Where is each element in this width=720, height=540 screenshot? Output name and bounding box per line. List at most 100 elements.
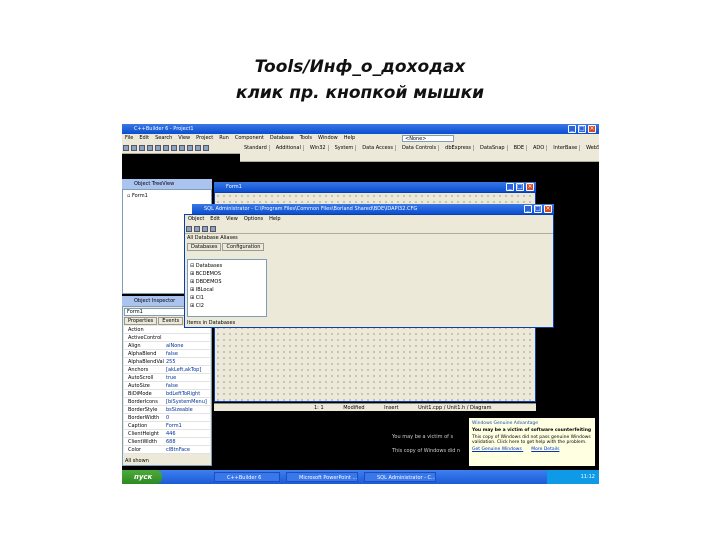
property-value[interactable]: true xyxy=(166,374,176,381)
tree-node-databases[interactable]: ⊟ Databases xyxy=(190,262,264,270)
db-maximize-icon[interactable]: □ xyxy=(534,205,542,213)
palette-tab-data-controls[interactable]: Data Controls xyxy=(399,145,440,151)
editor-tabs[interactable]: Unit1.cpp / Unit1.h / Diagram xyxy=(418,405,491,411)
property-row[interactable]: AutoScroll true xyxy=(124,374,210,382)
run-icon[interactable] xyxy=(187,145,193,151)
db-minimize-icon[interactable]: _ xyxy=(524,205,532,213)
db-menu-item-help[interactable]: Help xyxy=(269,216,280,222)
add-file-icon[interactable] xyxy=(163,145,169,151)
db-close-icon[interactable]: × xyxy=(544,205,552,213)
menu-item-view[interactable]: View xyxy=(178,135,190,141)
palette-tab-datasnap[interactable]: DataSnap xyxy=(478,145,508,151)
tab-properties[interactable]: Properties xyxy=(124,317,158,325)
property-value[interactable]: false xyxy=(166,382,178,389)
menu-item-search[interactable]: Search xyxy=(155,135,172,141)
property-value[interactable]: bdLeftToRight xyxy=(166,390,200,397)
property-value[interactable]: Form1 xyxy=(166,422,182,429)
menu-item-database[interactable]: Database xyxy=(270,135,294,141)
property-row[interactable]: Color clBtnFace xyxy=(124,446,210,454)
menu-item-file[interactable]: File xyxy=(125,135,133,141)
db-menu-item-view[interactable]: View xyxy=(226,216,238,222)
open-icon[interactable] xyxy=(131,145,137,151)
get-genuine-link[interactable]: Get Genuine Windows xyxy=(472,447,522,452)
property-value[interactable]: clBtnFace xyxy=(166,446,190,453)
ide-titlebar[interactable]: C++Builder 6 - Project1 xyxy=(122,124,599,134)
cancel-icon[interactable] xyxy=(194,226,200,232)
save-all-icon[interactable] xyxy=(147,145,153,151)
property-row[interactable]: Caption Form1 xyxy=(124,422,210,430)
palette-tab-win32[interactable]: Win32 xyxy=(307,145,329,151)
redo-icon[interactable] xyxy=(210,226,216,232)
property-row[interactable]: ActiveControl xyxy=(124,334,210,342)
save-icon[interactable] xyxy=(139,145,145,151)
start-button[interactable]: пуск xyxy=(122,470,162,484)
property-row[interactable]: Anchors [akLeft,akTop] xyxy=(124,366,210,374)
tree-node[interactable]: ⊞ BCDEMOS xyxy=(190,270,264,278)
property-value[interactable]: false xyxy=(166,350,178,357)
palette-tab-ado[interactable]: ADO xyxy=(531,145,548,151)
property-row[interactable]: BorderStyle bsSizeable xyxy=(124,406,210,414)
property-row[interactable]: ClientWidth 688 xyxy=(124,438,210,446)
palette-tab-bde[interactable]: BDE xyxy=(511,145,528,151)
task-sql-admin[interactable]: SQL Administrator - C... xyxy=(364,472,436,482)
remove-file-icon[interactable] xyxy=(171,145,177,151)
palette-tab-standard[interactable]: Standard xyxy=(242,145,270,151)
property-row[interactable]: AlphaBlend false xyxy=(124,350,210,358)
db-menu-item-options[interactable]: Options xyxy=(244,216,263,222)
palette-tab-data-access[interactable]: Data Access xyxy=(360,145,396,151)
menu-item-run[interactable]: Run xyxy=(219,135,229,141)
tab-databases[interactable]: Databases xyxy=(187,243,222,251)
step-icon[interactable] xyxy=(203,145,209,151)
task-cppbuilder[interactable]: C++Builder 6 xyxy=(214,472,280,482)
configuration-combo[interactable]: <None> xyxy=(402,135,454,142)
menu-item-component[interactable]: Component xyxy=(235,135,264,141)
db-menu-item-edit[interactable]: Edit xyxy=(210,216,220,222)
db-menu-item-object[interactable]: Object xyxy=(188,216,204,222)
palette-tab-interbase[interactable]: InterBase xyxy=(551,145,581,151)
palette-tab-system[interactable]: System xyxy=(332,145,357,151)
pause-icon[interactable] xyxy=(195,145,201,151)
property-grid[interactable]: Action ActiveControl Align alNone AlphaBlend… xyxy=(124,326,210,454)
property-row[interactable]: Align alNone xyxy=(124,342,210,350)
property-value[interactable]: 0 xyxy=(166,414,169,421)
menu-item-edit[interactable]: Edit xyxy=(139,135,149,141)
form1-titlebar[interactable]: Form1 xyxy=(214,182,536,192)
property-value[interactable]: 688 xyxy=(166,438,176,445)
tree-node[interactable]: ⊞ DBDEMOS xyxy=(190,278,264,286)
tree-root-form1[interactable]: ▫ Form1 xyxy=(123,190,211,202)
property-row[interactable]: ClientHeight 446 xyxy=(124,430,210,438)
maximize-icon[interactable]: □ xyxy=(578,125,586,133)
apply-icon[interactable] xyxy=(186,226,192,232)
object-treeview-titlebar[interactable]: Object TreeView xyxy=(122,179,212,189)
more-details-link[interactable]: More Details xyxy=(531,447,559,452)
db-tree[interactable]: ⊟ Databases ⊞ BCDEMOS ⊞ DBDEMOS ⊞ IBLoca… xyxy=(187,259,267,317)
menu-item-tools[interactable]: Tools xyxy=(300,135,312,141)
menu-item-window[interactable]: Window xyxy=(318,135,338,141)
property-value[interactable]: [akLeft,akTop] xyxy=(166,366,201,373)
tab-configuration[interactable]: Configuration xyxy=(222,243,265,251)
property-row[interactable]: AlphaBlendVal 255 xyxy=(124,358,210,366)
wga-balloon[interactable]: Windows Genuine Advantage You may be a v… xyxy=(468,417,596,467)
menu-item-project[interactable]: Project xyxy=(196,135,213,141)
palette-tab-webservices[interactable]: WebServices xyxy=(584,145,599,151)
help-icon[interactable] xyxy=(179,145,185,151)
tab-events[interactable]: Events xyxy=(158,317,184,325)
form-close-icon[interactable]: × xyxy=(526,183,534,191)
property-row[interactable]: BiDiMode bdLeftToRight xyxy=(124,390,210,398)
palette-tab-dbexpress[interactable]: dbExpress xyxy=(443,145,475,151)
open-project-icon[interactable] xyxy=(155,145,161,151)
property-row[interactable]: BorderIcons [biSystemMenu] xyxy=(124,398,210,406)
task-powerpoint[interactable]: Microsoft PowerPoint ... xyxy=(286,472,358,482)
property-value[interactable]: bsSizeable xyxy=(166,406,193,413)
db-admin-titlebar[interactable]: SQL Administrator - C:\Program Files\Com… xyxy=(192,204,554,214)
property-value[interactable]: [biSystemMenu] xyxy=(166,398,207,405)
property-row[interactable]: BorderWidth 0 xyxy=(124,414,210,422)
property-value[interactable]: 446 xyxy=(166,430,176,437)
minimize-icon[interactable]: _ xyxy=(568,125,576,133)
form-maximize-icon[interactable]: □ xyxy=(516,183,524,191)
tree-node[interactable]: ⊞ CI1 xyxy=(190,294,264,302)
property-value[interactable]: 255 xyxy=(166,358,176,365)
undo-icon[interactable] xyxy=(202,226,208,232)
new-icon[interactable] xyxy=(123,145,129,151)
form-minimize-icon[interactable]: _ xyxy=(506,183,514,191)
